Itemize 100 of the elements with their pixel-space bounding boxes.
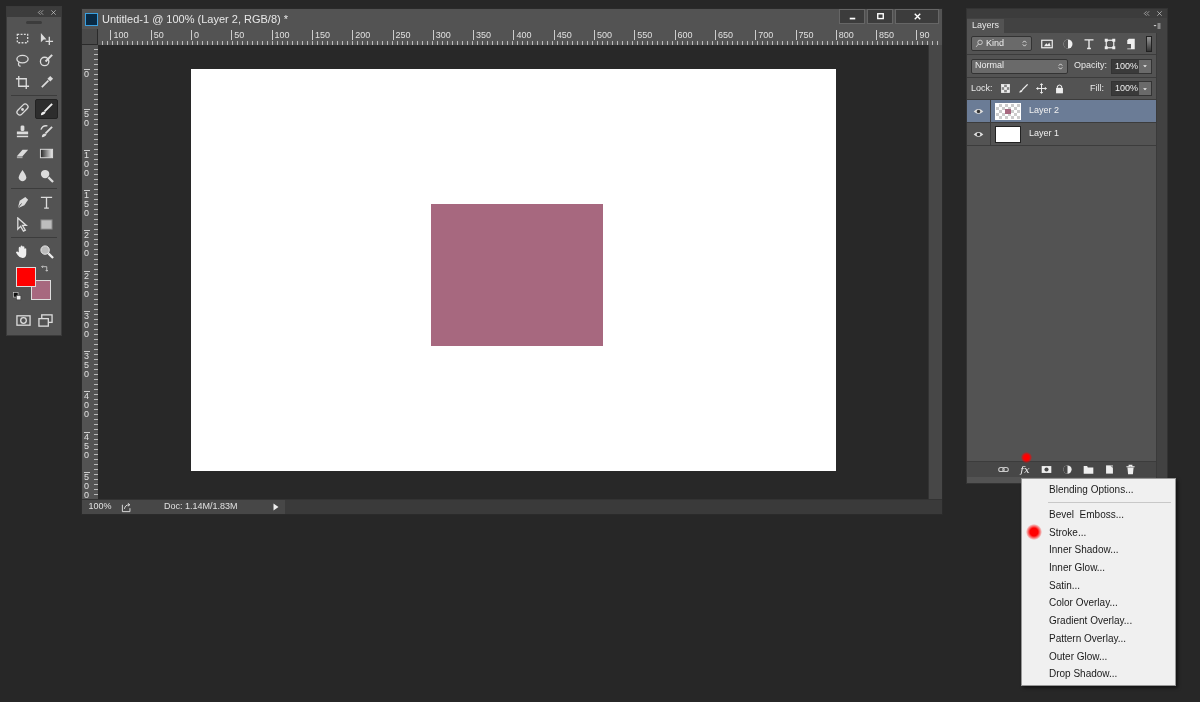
ruler-label: 100 bbox=[271, 30, 291, 40]
play-icon bbox=[272, 503, 280, 511]
ruler-label: 700 bbox=[755, 30, 775, 40]
ruler-label: 200 bbox=[352, 30, 372, 40]
panel-menu-button[interactable] bbox=[1152, 21, 1164, 31]
layer-name[interactable]: Layer 2 bbox=[1029, 104, 1060, 118]
close-button[interactable] bbox=[895, 9, 939, 24]
maximize-icon bbox=[874, 11, 886, 22]
filter-button[interactable] bbox=[1040, 37, 1053, 50]
ruler-label: 150 bbox=[84, 189, 90, 218]
horizontal-scrollbar[interactable] bbox=[285, 500, 942, 514]
pen-icon bbox=[15, 194, 30, 210]
document-filter-icon bbox=[1124, 37, 1137, 50]
ruler-label: 800 bbox=[835, 30, 855, 40]
foreground-swatch[interactable] bbox=[16, 267, 36, 287]
menu-item[interactable]: Gradient Overlay... bbox=[1022, 611, 1175, 630]
filter-toggle[interactable] bbox=[1145, 35, 1152, 52]
document-info: Doc: 1.14M/1.83M bbox=[163, 500, 239, 514]
ruler-label: 300 bbox=[84, 310, 90, 339]
ruler-label: 300 bbox=[432, 30, 452, 40]
ruler-label: 250 bbox=[392, 30, 412, 40]
new-button[interactable] bbox=[1103, 463, 1116, 476]
menu-item[interactable]: Stroke... bbox=[1022, 523, 1175, 542]
type-icon bbox=[39, 194, 54, 210]
stepper-icon bbox=[1020, 39, 1028, 48]
pointer-icon bbox=[15, 216, 30, 232]
menu-item[interactable]: Inner Shadow... bbox=[1022, 541, 1175, 559]
menu-item[interactable]: Drop Shadow... bbox=[1022, 664, 1175, 683]
ruler-label: 500 bbox=[594, 30, 614, 40]
lock-button[interactable] bbox=[1017, 83, 1029, 94]
menu-item[interactable]: Satin... bbox=[1022, 576, 1175, 595]
crop-icon bbox=[15, 74, 30, 90]
dropdown-icon bbox=[1142, 85, 1148, 92]
filter-button[interactable] bbox=[1082, 37, 1095, 50]
eyedropper-icon bbox=[39, 74, 54, 90]
filter-button[interactable] bbox=[1103, 37, 1116, 50]
filter-dropdown[interactable]: Kind bbox=[971, 36, 1032, 51]
ruler-label: 650 bbox=[714, 30, 734, 40]
lock-button[interactable] bbox=[1053, 83, 1065, 94]
app-icon bbox=[85, 12, 98, 26]
minimize-button[interactable] bbox=[839, 9, 865, 24]
ruler-label: 150 bbox=[311, 30, 331, 40]
menu-item[interactable]: Blending Options... bbox=[1022, 481, 1175, 499]
screen-mode-button[interactable] bbox=[35, 311, 55, 329]
filter-button[interactable] bbox=[1061, 37, 1074, 50]
bandage-icon bbox=[15, 101, 30, 117]
ruler-label: 350 bbox=[473, 30, 493, 40]
adjustment-button[interactable] bbox=[1061, 463, 1074, 476]
mask-button[interactable] bbox=[1040, 463, 1053, 476]
folder-button[interactable] bbox=[1082, 463, 1095, 476]
screen-mode-icon bbox=[37, 312, 53, 328]
menu-item[interactable]: Bevel Emboss... bbox=[1022, 505, 1175, 524]
type-filter-icon bbox=[1082, 37, 1095, 50]
tool-button[interactable] bbox=[35, 99, 58, 119]
stamp-icon bbox=[15, 123, 30, 139]
quick-mask-icon bbox=[15, 312, 31, 328]
ruler-label: 100 bbox=[110, 30, 130, 40]
layer-row[interactable]: Layer 1 bbox=[967, 123, 1156, 146]
lock-button[interactable] bbox=[1035, 83, 1047, 94]
fx-button[interactable]: fx bbox=[1018, 463, 1032, 476]
close-icon bbox=[1156, 10, 1163, 17]
lock-pixels-icon bbox=[999, 83, 1011, 94]
share-icon bbox=[120, 501, 132, 513]
layer-row[interactable]: Layer 2 bbox=[967, 100, 1156, 123]
close-icon bbox=[50, 8, 57, 16]
ruler-label: 750 bbox=[795, 30, 815, 40]
link-icon bbox=[998, 464, 1009, 475]
lock-button[interactable] bbox=[999, 83, 1011, 94]
filter-button[interactable] bbox=[1124, 37, 1137, 50]
zoom-level[interactable]: 100% bbox=[82, 500, 118, 514]
blend-mode-dropdown[interactable]: Normal bbox=[971, 58, 1068, 74]
lock-icon bbox=[1053, 83, 1065, 94]
collapse-icon bbox=[1143, 10, 1150, 17]
window-title: Untitled-1 @ 100% (Layer 2, RGB/8) * bbox=[102, 11, 289, 27]
delete-button[interactable] bbox=[1124, 463, 1137, 476]
menu-item[interactable]: Outer Glow... bbox=[1022, 647, 1175, 665]
image-filter-icon bbox=[1040, 37, 1053, 50]
opacity-label: Opacity: bbox=[1074, 59, 1107, 73]
vertical-scrollbar[interactable] bbox=[928, 45, 942, 499]
menu-item[interactable]: Pattern Overlay... bbox=[1022, 629, 1175, 648]
fill-field[interactable]: 100% bbox=[1111, 81, 1152, 96]
magnifier-icon bbox=[39, 167, 54, 183]
ruler-label: 550 bbox=[634, 30, 654, 40]
layer-name[interactable]: Layer 1 bbox=[1029, 127, 1060, 141]
menu-item[interactable]: Color Overlay... bbox=[1022, 594, 1175, 612]
ruler-label: 50 bbox=[150, 30, 165, 40]
adjustment-filter-icon bbox=[1061, 37, 1074, 50]
folder-icon bbox=[1083, 464, 1094, 475]
ruler-label: 100 bbox=[84, 149, 90, 178]
ruler-label: 50 bbox=[84, 109, 90, 129]
fill-label: Fill: bbox=[1090, 81, 1104, 95]
maximize-button[interactable] bbox=[867, 9, 893, 24]
quick-select-icon bbox=[39, 52, 54, 68]
ruler-label: 400 bbox=[513, 30, 533, 40]
menu-item[interactable]: Inner Glow... bbox=[1022, 558, 1175, 577]
transform-filter-icon bbox=[1103, 37, 1116, 50]
opacity-field[interactable]: 100% bbox=[1111, 58, 1152, 74]
panel-tab[interactable]: Layers bbox=[967, 19, 1004, 33]
move-cross-icon bbox=[1035, 83, 1047, 94]
ruler-label: 600 bbox=[674, 30, 694, 40]
